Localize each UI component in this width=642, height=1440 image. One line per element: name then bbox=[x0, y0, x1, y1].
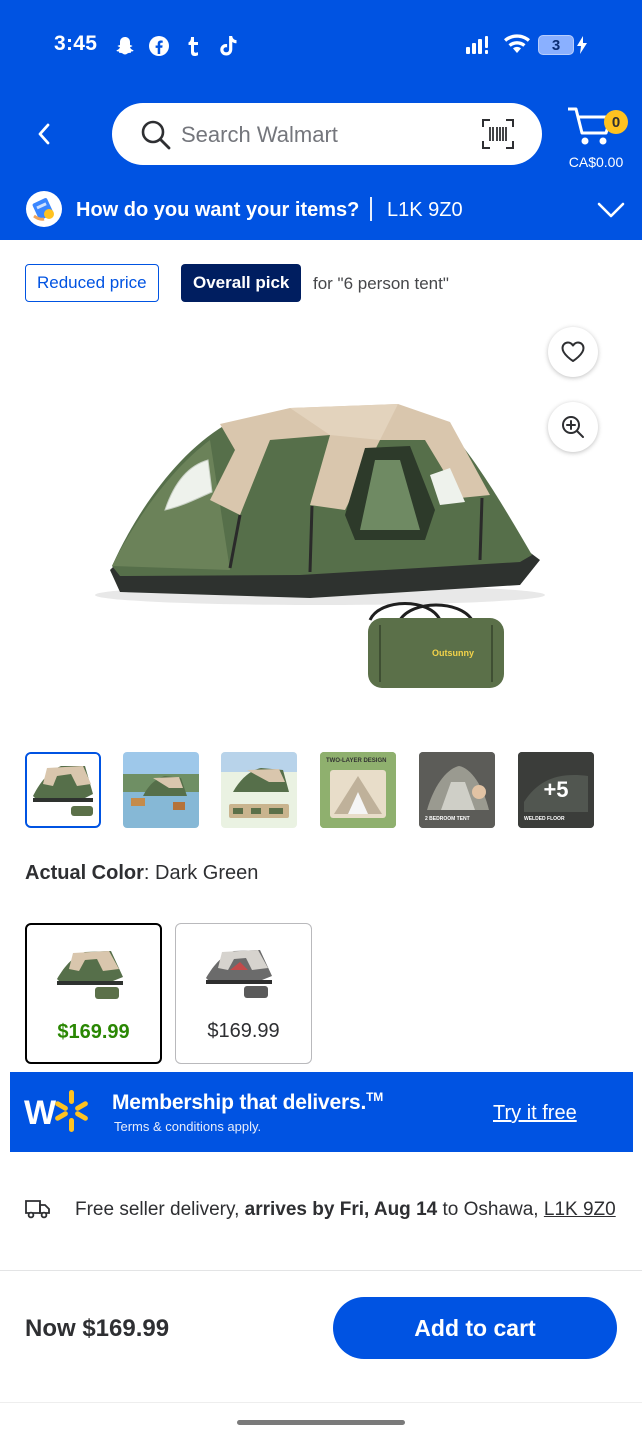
cart-button[interactable]: 0 CA$0.00 bbox=[566, 104, 630, 174]
delivery-prefix: Free seller delivery, bbox=[75, 1199, 245, 1220]
delivery-question[interactable]: How do you want your items? bbox=[76, 199, 359, 222]
signal-icon bbox=[466, 36, 488, 54]
membership-terms: Terms & conditions apply. bbox=[114, 1119, 262, 1134]
zoom-in-icon bbox=[562, 416, 584, 438]
add-to-cart-button[interactable]: Add to cart bbox=[333, 1297, 617, 1359]
trademark: TM bbox=[366, 1090, 384, 1104]
svg-text:W: W bbox=[24, 1094, 57, 1132]
dark-green-tent-image bbox=[57, 951, 123, 999]
thumbnail-6-caption: WELDED FLOOR bbox=[524, 816, 565, 822]
cart-total: CA$0.00 bbox=[568, 154, 624, 170]
grey-tent-image bbox=[206, 950, 272, 998]
product-image[interactable]: Outsunny bbox=[80, 380, 560, 700]
carry-bag-image: Outsunny bbox=[368, 602, 504, 688]
try-it-free-link[interactable]: Try it free bbox=[493, 1102, 577, 1125]
bag-brand-label: Outsunny bbox=[432, 648, 474, 658]
thumbnail-1[interactable] bbox=[25, 752, 101, 828]
walmart-plus-banner[interactable]: W Membership that delivers.TM Terms & co… bbox=[10, 1072, 633, 1152]
truck-icon bbox=[25, 1200, 50, 1219]
thumbnail-5[interactable]: 2 BEDROOM TENT bbox=[419, 752, 495, 828]
gesture-nav-bar bbox=[0, 1402, 642, 1440]
status-time: 3:45 bbox=[54, 32, 98, 55]
thumbnail-4-caption: TWO-LAYER DESIGN bbox=[326, 758, 387, 764]
color-option-price: $169.99 bbox=[207, 1020, 280, 1042]
search-bar[interactable]: Search Walmart bbox=[112, 103, 542, 165]
status-bar: 3:45 3 bbox=[0, 22, 642, 70]
delivery-date: arrives by Fri, Aug 14 bbox=[244, 1199, 438, 1220]
now-price: Now $169.99 bbox=[25, 1315, 170, 1342]
barcode-scan-icon[interactable] bbox=[481, 118, 515, 150]
actual-color-value: : Dark Green bbox=[143, 862, 259, 884]
thumbnail-6[interactable]: +5 WELDED FLOOR bbox=[518, 752, 594, 828]
actual-color-label: Actual Color bbox=[25, 862, 144, 884]
home-indicator[interactable] bbox=[237, 1420, 405, 1425]
wifi-icon bbox=[504, 34, 530, 53]
charging-icon bbox=[577, 36, 587, 54]
color-option-dark-green[interactable]: $169.99 bbox=[25, 923, 162, 1064]
delivery-city: to Oshawa, bbox=[437, 1199, 544, 1220]
delivery-postal-link[interactable]: L1K 9Z0 bbox=[544, 1199, 616, 1220]
membership-title: Membership that delivers.TM bbox=[112, 1090, 383, 1115]
tiktok-icon bbox=[216, 34, 240, 58]
reduced-price-tag: Reduced price bbox=[25, 264, 159, 302]
divider bbox=[370, 197, 372, 221]
thumbnail-4[interactable]: TWO-LAYER DESIGN bbox=[320, 752, 396, 828]
snapchat-icon bbox=[113, 34, 137, 58]
delivery-info: Free seller delivery, arrives by Fri, Au… bbox=[75, 1197, 620, 1223]
cart-count-badge: 0 bbox=[604, 110, 628, 134]
search-placeholder[interactable]: Search Walmart bbox=[181, 122, 338, 148]
back-arrow-icon[interactable] bbox=[34, 120, 56, 148]
delivery-option-icon bbox=[26, 191, 62, 227]
thumbnail-5-caption: 2 BEDROOM TENT bbox=[425, 816, 470, 822]
postal-code[interactable]: L1K 9Z0 bbox=[387, 199, 463, 222]
color-option-price: $169.99 bbox=[57, 1021, 130, 1043]
top-header: 3:45 3 Search Walmart 0 CA$0.00 How do y bbox=[0, 0, 642, 240]
tumblr-icon bbox=[181, 34, 205, 58]
heart-icon bbox=[561, 341, 585, 362]
battery-level: 3 bbox=[551, 36, 561, 54]
battery-indicator: 3 bbox=[538, 35, 574, 55]
chevron-down-icon[interactable] bbox=[596, 200, 626, 220]
favorite-button[interactable] bbox=[548, 327, 598, 377]
walmart-plus-logo: W bbox=[24, 1090, 88, 1132]
search-icon bbox=[141, 120, 171, 150]
facebook-icon bbox=[147, 34, 171, 58]
thumbnail-3[interactable] bbox=[221, 752, 297, 828]
add-to-cart-label: Add to cart bbox=[414, 1314, 536, 1341]
image-thumbnails: TWO-LAYER DESIGN 2 BEDROOM TENT +5 WELDE… bbox=[25, 752, 605, 828]
pick-query-text: for "6 person tent" bbox=[313, 274, 449, 293]
delivery-selector[interactable]: How do you want your items? L1K 9Z0 bbox=[0, 186, 642, 234]
thumbnail-2[interactable] bbox=[123, 752, 199, 828]
membership-title-text: Membership that delivers. bbox=[112, 1091, 367, 1114]
actual-color: Actual Color: Dark Green bbox=[25, 862, 258, 885]
purchase-bar: Now $169.99 Add to cart bbox=[0, 1270, 642, 1402]
overall-pick-tag: Overall pick bbox=[181, 264, 302, 302]
color-option-grey[interactable]: $169.99 bbox=[175, 923, 312, 1064]
